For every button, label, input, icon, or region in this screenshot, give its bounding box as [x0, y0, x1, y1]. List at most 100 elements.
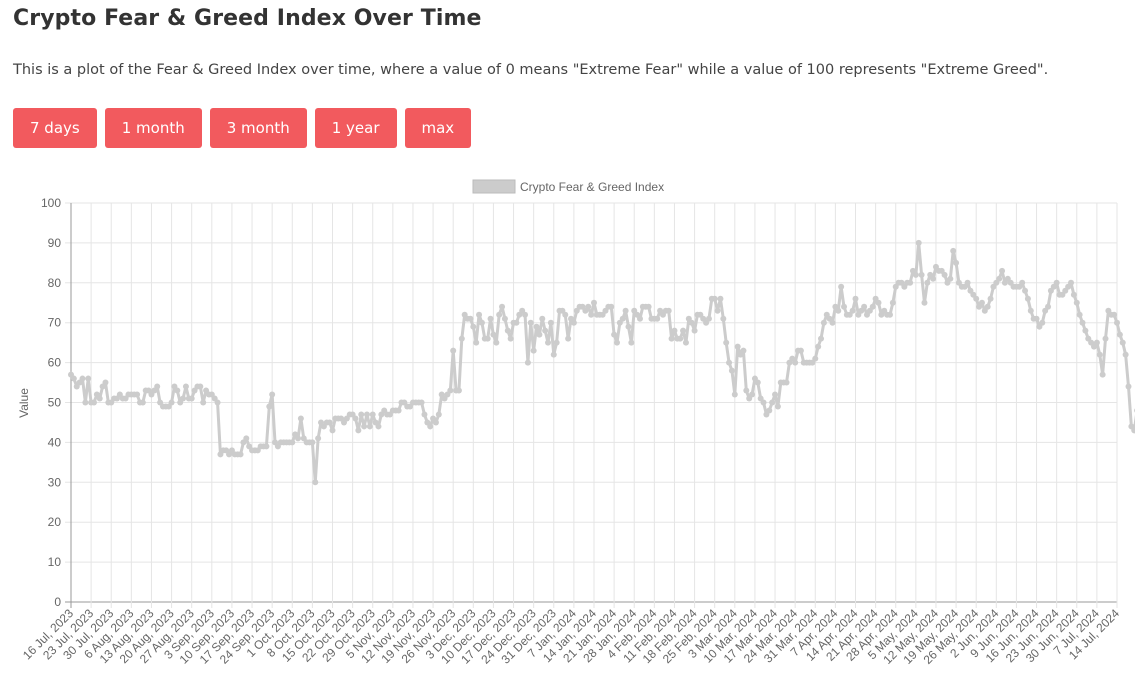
data-point[interactable] [214, 399, 221, 406]
range-1-month-button[interactable]: 1 month [104, 108, 202, 148]
data-point[interactable] [1053, 279, 1060, 286]
data-point[interactable] [671, 327, 678, 334]
data-point[interactable] [912, 271, 919, 278]
data-point[interactable] [964, 279, 971, 286]
data-point[interactable] [849, 307, 856, 314]
data-point[interactable] [921, 299, 928, 306]
data-point[interactable] [487, 315, 494, 322]
data-point[interactable] [134, 391, 141, 398]
data-point[interactable] [527, 319, 534, 326]
data-point[interactable] [1024, 295, 1031, 302]
data-point[interactable] [1093, 339, 1100, 346]
data-point[interactable] [432, 419, 439, 426]
data-point[interactable] [636, 315, 643, 322]
data-point[interactable] [585, 303, 592, 310]
data-point[interactable] [295, 435, 302, 442]
data-point[interactable] [915, 239, 922, 246]
data-point[interactable] [950, 247, 957, 254]
data-point[interactable] [1102, 335, 1109, 342]
data-point[interactable] [363, 411, 370, 418]
data-point[interactable] [1096, 351, 1103, 358]
data-point[interactable] [714, 307, 721, 314]
data-point[interactable] [1068, 279, 1075, 286]
data-point[interactable] [973, 295, 980, 302]
data-point[interactable] [1125, 383, 1132, 390]
data-point[interactable] [536, 331, 543, 338]
data-point[interactable] [984, 303, 991, 310]
data-point[interactable] [588, 311, 595, 318]
data-point[interactable] [1114, 319, 1120, 326]
range-max-button[interactable]: max [404, 108, 472, 148]
data-point[interactable] [1122, 351, 1129, 358]
data-point[interactable] [749, 391, 756, 398]
data-point[interactable] [591, 299, 597, 306]
data-point[interactable] [476, 311, 483, 318]
data-point[interactable] [1070, 291, 1077, 298]
data-point[interactable] [1111, 311, 1118, 318]
data-point[interactable] [852, 295, 859, 302]
data-point[interactable] [458, 335, 465, 342]
data-point[interactable] [754, 379, 761, 386]
data-point[interactable] [182, 383, 189, 390]
data-point[interactable] [539, 315, 546, 322]
data-point[interactable] [478, 319, 485, 326]
data-point[interactable] [682, 339, 689, 346]
data-point[interactable] [312, 479, 319, 486]
data-point[interactable] [467, 315, 474, 322]
data-point[interactable] [978, 299, 985, 306]
data-point[interactable] [1099, 371, 1106, 378]
data-point[interactable] [841, 303, 848, 310]
data-point[interactable] [263, 443, 270, 450]
data-point[interactable] [691, 327, 698, 334]
data-point[interactable] [628, 339, 635, 346]
data-point[interactable] [625, 323, 632, 330]
data-point[interactable] [70, 375, 77, 382]
data-point[interactable] [924, 279, 931, 286]
data-point[interactable] [740, 347, 747, 354]
data-point[interactable] [435, 411, 442, 418]
data-point[interactable] [731, 391, 738, 398]
data-point[interactable] [907, 279, 914, 286]
data-point[interactable] [369, 411, 376, 418]
data-point[interactable] [473, 339, 480, 346]
data-point[interactable] [783, 379, 790, 386]
data-point[interactable] [743, 387, 750, 394]
data-point[interactable] [941, 271, 948, 278]
data-point[interactable] [820, 319, 827, 326]
data-point[interactable] [889, 299, 896, 306]
data-point[interactable] [829, 319, 836, 326]
data-point[interactable] [818, 335, 825, 342]
data-point[interactable] [550, 351, 557, 358]
data-point[interactable] [953, 259, 960, 266]
data-point[interactable] [815, 343, 822, 350]
data-point[interactable] [139, 399, 146, 406]
data-point[interactable] [622, 307, 629, 314]
data-point[interactable] [792, 359, 799, 366]
data-point[interactable] [677, 335, 684, 342]
data-point[interactable] [315, 435, 322, 442]
data-point[interactable] [427, 423, 434, 430]
data-point[interactable] [774, 403, 781, 410]
data-point[interactable] [355, 427, 362, 434]
data-point[interactable] [450, 347, 457, 354]
data-point[interactable] [711, 295, 718, 302]
data-point[interactable] [570, 319, 577, 326]
data-point[interactable] [861, 303, 868, 310]
data-point[interactable] [547, 319, 554, 326]
data-point[interactable] [987, 295, 994, 302]
data-point[interactable] [875, 299, 882, 306]
data-point[interactable] [797, 347, 804, 354]
data-point[interactable] [470, 323, 477, 330]
data-point[interactable] [723, 339, 730, 346]
data-point[interactable] [869, 303, 876, 310]
data-point[interactable] [619, 315, 626, 322]
data-point[interactable] [484, 335, 491, 342]
data-point[interactable] [726, 359, 733, 366]
data-point[interactable] [918, 271, 925, 278]
data-point[interactable] [174, 387, 181, 394]
data-point[interactable] [772, 391, 779, 398]
data-point[interactable] [418, 399, 425, 406]
data-point[interactable] [154, 383, 161, 390]
data-point[interactable] [812, 355, 819, 362]
data-point[interactable] [611, 331, 618, 338]
